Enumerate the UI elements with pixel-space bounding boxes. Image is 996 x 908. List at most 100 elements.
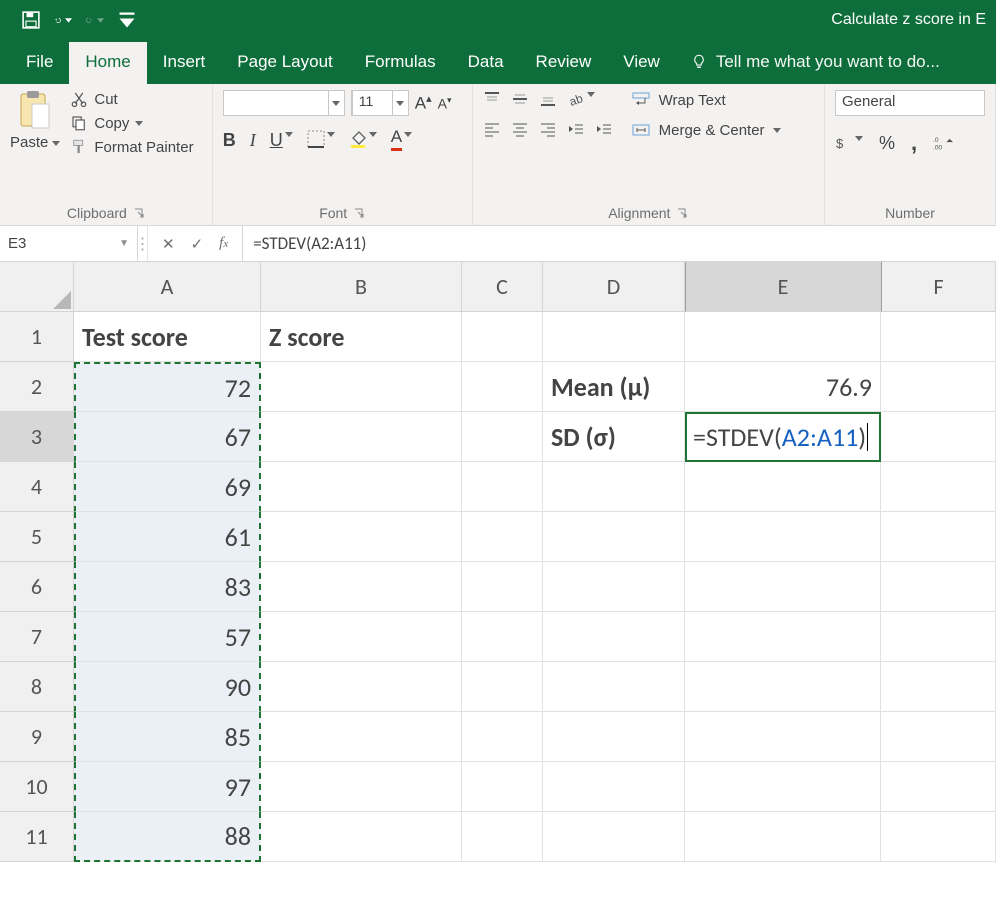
insert-function-button[interactable]: fx xyxy=(219,235,228,252)
enter-formula-button[interactable]: ✓ xyxy=(191,235,204,253)
cell-D5[interactable] xyxy=(543,512,685,562)
name-box[interactable]: E3 ▼ xyxy=(0,226,138,261)
decrease-indent-button[interactable] xyxy=(567,120,585,138)
cell-F10[interactable] xyxy=(881,762,996,812)
format-painter-button[interactable]: Format Painter xyxy=(70,138,193,156)
cell-E6[interactable] xyxy=(685,562,881,612)
tab-page-layout[interactable]: Page Layout xyxy=(221,42,348,84)
cell-E4[interactable] xyxy=(685,462,881,512)
cancel-formula-button[interactable]: ✕ xyxy=(162,235,175,253)
cell-C3[interactable] xyxy=(462,412,543,462)
fill-color-button[interactable] xyxy=(349,130,377,151)
decrease-font-size-button[interactable]: A▾ xyxy=(438,95,452,112)
cell-C8[interactable] xyxy=(462,662,543,712)
cell-A11[interactable]: 88 xyxy=(74,812,261,862)
cell-E5[interactable] xyxy=(685,512,881,562)
cell-C6[interactable] xyxy=(462,562,543,612)
cell-F7[interactable] xyxy=(881,612,996,662)
cell-E11[interactable] xyxy=(685,812,881,862)
underline-button[interactable]: U xyxy=(270,130,293,151)
cell-C9[interactable] xyxy=(462,712,543,762)
bold-button[interactable]: B xyxy=(223,130,236,151)
row-header-8[interactable]: 8 xyxy=(0,662,74,712)
cell-B3[interactable] xyxy=(261,412,462,462)
select-all-corner[interactable] xyxy=(0,262,74,312)
align-bottom-button[interactable] xyxy=(539,90,557,108)
row-header-6[interactable]: 6 xyxy=(0,562,74,612)
merge-center-button[interactable]: Merge & Center xyxy=(631,120,781,140)
cell-A9[interactable]: 85 xyxy=(74,712,261,762)
tell-me-search[interactable]: Tell me what you want to do... xyxy=(676,42,954,84)
font-name-combo[interactable] xyxy=(223,90,345,116)
cell-D10[interactable] xyxy=(543,762,685,812)
cell-B8[interactable] xyxy=(261,662,462,712)
cell-F4[interactable] xyxy=(881,462,996,512)
row-header-10[interactable]: 10 xyxy=(0,762,74,812)
font-color-button[interactable]: A xyxy=(391,130,412,151)
cell-F11[interactable] xyxy=(881,812,996,862)
cell-E2[interactable]: 76.9 xyxy=(685,362,881,412)
qat-customize-icon[interactable] xyxy=(118,11,136,29)
row-header-4[interactable]: 4 xyxy=(0,462,74,512)
cell-C7[interactable] xyxy=(462,612,543,662)
increase-decimal-button[interactable]: .0.00 xyxy=(933,133,953,153)
row-header-11[interactable]: 11 xyxy=(0,812,74,862)
cell-D7[interactable] xyxy=(543,612,685,662)
cell-B1[interactable]: Z score xyxy=(261,312,462,362)
row-header-1[interactable]: 1 xyxy=(0,312,74,362)
cell-D1[interactable] xyxy=(543,312,685,362)
cell-C5[interactable] xyxy=(462,512,543,562)
spreadsheet-grid[interactable]: A B C D E F 1 Test score Z score 2 72 Me… xyxy=(0,262,996,862)
cell-F8[interactable] xyxy=(881,662,996,712)
alignment-dialog-launcher[interactable] xyxy=(676,207,688,219)
cell-F2[interactable] xyxy=(881,362,996,412)
cell-E3[interactable]: =STDEV(A2:A11) xyxy=(685,412,881,462)
cell-A6[interactable]: 83 xyxy=(74,562,261,612)
cell-F5[interactable] xyxy=(881,512,996,562)
cell-F3[interactable] xyxy=(881,412,996,462)
number-format-combo[interactable]: General xyxy=(835,90,985,116)
cell-D9[interactable] xyxy=(543,712,685,762)
tab-home[interactable]: Home xyxy=(69,42,146,84)
cell-D6[interactable] xyxy=(543,562,685,612)
cell-B10[interactable] xyxy=(261,762,462,812)
italic-button[interactable]: I xyxy=(250,130,256,151)
accounting-format-button[interactable]: $ xyxy=(835,134,863,152)
row-header-5[interactable]: 5 xyxy=(0,512,74,562)
font-size-combo[interactable]: 11 xyxy=(351,90,409,116)
increase-indent-button[interactable] xyxy=(595,120,613,138)
comma-format-button[interactable]: , xyxy=(911,130,917,156)
redo-icon[interactable] xyxy=(86,11,104,29)
cell-A7[interactable]: 57 xyxy=(74,612,261,662)
cell-B7[interactable] xyxy=(261,612,462,662)
row-header-9[interactable]: 9 xyxy=(0,712,74,762)
cell-B6[interactable] xyxy=(261,562,462,612)
borders-button[interactable] xyxy=(307,130,335,151)
cell-E7[interactable] xyxy=(685,612,881,662)
cut-button[interactable]: Cut xyxy=(70,90,193,108)
tab-review[interactable]: Review xyxy=(520,42,608,84)
tab-view[interactable]: View xyxy=(607,42,676,84)
cell-C2[interactable] xyxy=(462,362,543,412)
tab-file[interactable]: File xyxy=(10,42,69,84)
cell-A8[interactable]: 90 xyxy=(74,662,261,712)
col-header-D[interactable]: D xyxy=(543,262,685,312)
row-header-2[interactable]: 2 xyxy=(0,362,74,412)
align-right-button[interactable] xyxy=(539,120,557,138)
cell-B4[interactable] xyxy=(261,462,462,512)
paste-button[interactable]: Paste xyxy=(10,90,60,151)
percent-format-button[interactable]: % xyxy=(879,133,895,154)
cell-E10[interactable] xyxy=(685,762,881,812)
tab-data[interactable]: Data xyxy=(452,42,520,84)
col-header-F[interactable]: F xyxy=(881,262,996,312)
tab-insert[interactable]: Insert xyxy=(147,42,222,84)
cell-D4[interactable] xyxy=(543,462,685,512)
cell-F9[interactable] xyxy=(881,712,996,762)
cell-B2[interactable] xyxy=(261,362,462,412)
clipboard-dialog-launcher[interactable] xyxy=(133,207,145,219)
col-header-C[interactable]: C xyxy=(462,262,543,312)
cell-D2[interactable]: Mean (μ) xyxy=(543,362,685,412)
wrap-text-button[interactable]: Wrap Text xyxy=(631,90,781,110)
cell-D3[interactable]: SD (σ) xyxy=(543,412,685,462)
cell-B9[interactable] xyxy=(261,712,462,762)
